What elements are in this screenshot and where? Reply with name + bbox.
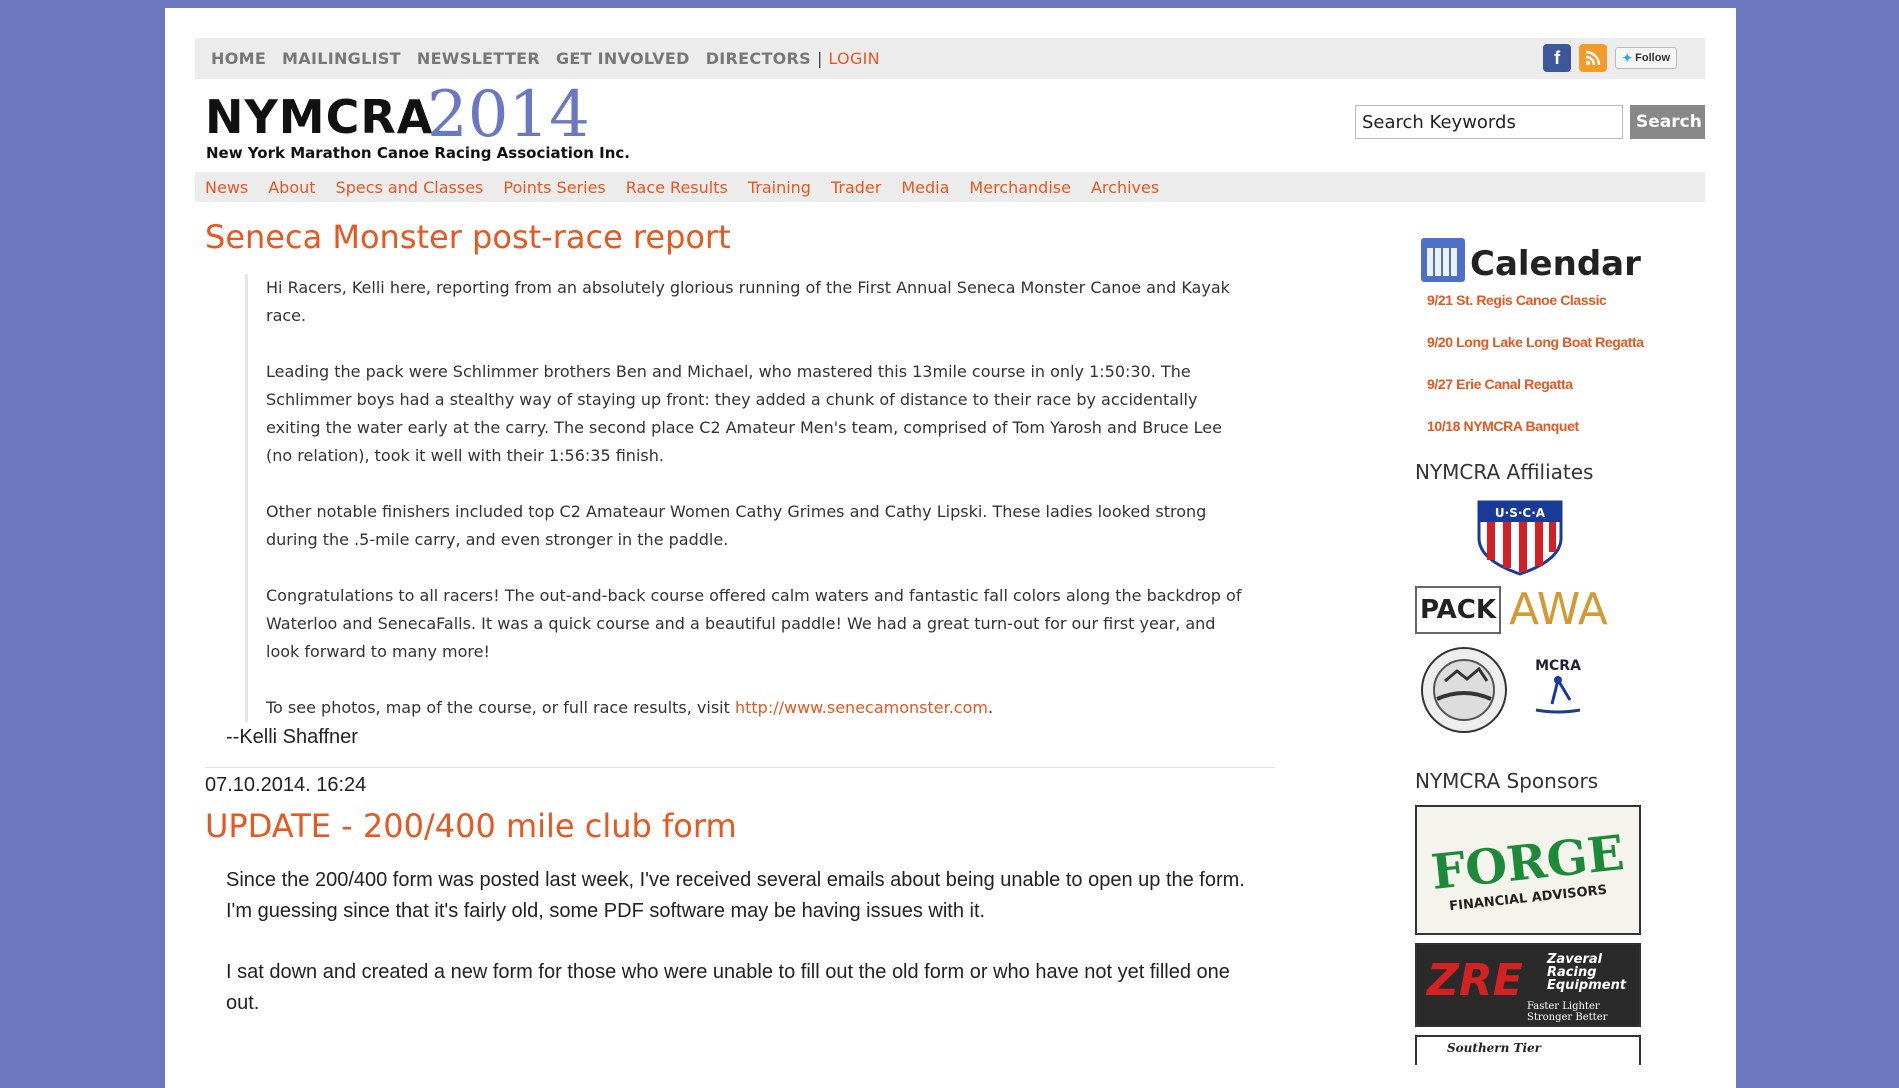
- mainnav-about[interactable]: About: [268, 178, 315, 197]
- post-paragraph: Congratulations to all racers! The out-a…: [266, 586, 1242, 661]
- post-paragraph-link: To see photos, map of the course, or ful…: [266, 694, 1246, 722]
- sponsors-section: NYMCRA Sponsors FORGE FINANCIAL ADVISORS…: [1405, 769, 1705, 1065]
- club-seal-logo[interactable]: [1421, 647, 1507, 733]
- logo-year: 2014: [427, 78, 590, 152]
- nav-newsletter[interactable]: NEWSLETTER: [417, 49, 540, 68]
- southern-tier-sponsor-logo[interactable]: Southern Tier: [1415, 1035, 1641, 1065]
- calendar-title: Calendar: [1470, 244, 1641, 284]
- twitter-icon: ✦: [1622, 51, 1633, 65]
- post-date: 07.10.2014. 16:24: [205, 774, 367, 796]
- search-input[interactable]: [1355, 105, 1623, 139]
- mcra-logo[interactable]: MCRA: [1523, 658, 1593, 722]
- calendar-event[interactable]: 9/20 Long Lake Long Boat Regatta: [1427, 334, 1705, 350]
- main-nav: News About Specs and Classes Points Seri…: [195, 172, 1705, 202]
- mainnav-media[interactable]: Media: [901, 178, 949, 197]
- race-link[interactable]: http://www.senecamonster.com: [735, 698, 988, 717]
- mainnav-race-results[interactable]: Race Results: [626, 178, 728, 197]
- mainnav-merchandise[interactable]: Merchandise: [969, 178, 1071, 197]
- twitter-follow-label: Follow: [1635, 52, 1670, 64]
- post-divider: [205, 767, 1275, 768]
- usca-logo[interactable]: U·S·C·A: [1475, 498, 1565, 576]
- zre-sponsor-logo[interactable]: ZRE Zaveral Racing Equipment Faster Ligh…: [1415, 943, 1641, 1027]
- mainnav-news[interactable]: News: [205, 178, 248, 197]
- mainnav-archives[interactable]: Archives: [1091, 178, 1159, 197]
- affiliate-row: MCRA: [1421, 647, 1705, 733]
- usca-text: U·S·C·A: [1495, 506, 1546, 520]
- rss-icon[interactable]: [1579, 44, 1608, 72]
- post-signature: --Kelli Shaffner: [226, 726, 358, 748]
- mainnav-specs-and-classes[interactable]: Specs and Classes: [336, 178, 484, 197]
- top-bar: HOME MAILINGLIST NEWSLETTER GET INVOLVED…: [195, 38, 1705, 79]
- post-paragraph: Since the 200/400 form was posted last w…: [226, 869, 1245, 922]
- sponsors-heading: NYMCRA Sponsors: [1415, 769, 1599, 793]
- post-quote: Hi Racers, Kelli here, reporting from an…: [245, 274, 1246, 722]
- mainnav-training[interactable]: Training: [748, 178, 811, 197]
- post-paragraph: I sat down and created a new form for th…: [226, 961, 1230, 1014]
- zre-tagline: Faster Lighter Stronger Better: [1527, 1001, 1608, 1023]
- post: Seneca Monster post-race report Hi Racer…: [205, 218, 1275, 749]
- logo-name: NYMCRA: [205, 90, 434, 144]
- social-links: f ✦ Follow: [1543, 44, 1677, 72]
- mainnav-points-series[interactable]: Points Series: [503, 178, 605, 197]
- zre-name: ZRE: [1427, 955, 1523, 1006]
- logo-subtitle: New York Marathon Canoe Racing Associati…: [206, 144, 630, 162]
- nav-mailinglist[interactable]: MAILINGLIST: [282, 49, 401, 68]
- southern-tier-text: Southern Tier: [1447, 1041, 1541, 1055]
- pack-logo[interactable]: PACK: [1415, 585, 1501, 634]
- calendar-event[interactable]: 9/21 St. Regis Canoe Classic: [1427, 292, 1705, 308]
- main-content: Seneca Monster post-race report Hi Racer…: [205, 218, 1275, 1049]
- search-button[interactable]: Search: [1630, 105, 1705, 139]
- sidebar: Calendar 9/21 St. Regis Canoe Classic 9/…: [1405, 236, 1705, 1065]
- link-suffix: .: [987, 698, 994, 717]
- calendar-header: Calendar: [1405, 236, 1705, 292]
- affiliates-heading: NYMCRA Affiliates: [1415, 460, 1594, 484]
- calendar-event[interactable]: 9/27 Erie Canal Regatta: [1427, 376, 1705, 392]
- nav-home[interactable]: HOME: [211, 49, 266, 68]
- link-prefix: To see photos, map of the course, or ful…: [266, 698, 735, 717]
- nav-directors[interactable]: DIRECTORS: [706, 49, 811, 68]
- post: UPDATE - 200/400 mile club form Since th…: [205, 807, 1275, 1019]
- calendar-event[interactable]: 10/18 NYMCRA Banquet: [1427, 418, 1705, 434]
- page: HOME MAILINGLIST NEWSLETTER GET INVOLVED…: [165, 8, 1736, 1088]
- twitter-follow-button[interactable]: ✦ Follow: [1615, 47, 1677, 69]
- post-paragraph: Other notable finishers included top C2 …: [266, 502, 1207, 549]
- top-nav: HOME MAILINGLIST NEWSLETTER GET INVOLVED…: [211, 38, 880, 79]
- post-body: Since the 200/400 form was posted last w…: [226, 865, 1266, 1019]
- affiliate-row: PACK AWA: [1415, 584, 1705, 635]
- zre-text: Zaveral Racing Equipment: [1547, 952, 1627, 993]
- login-link[interactable]: LOGIN: [828, 49, 880, 68]
- post-title[interactable]: UPDATE - 200/400 mile club form: [205, 807, 1275, 845]
- mainnav-trader[interactable]: Trader: [831, 178, 881, 197]
- calendar-icon: [1421, 238, 1465, 282]
- mcra-text: MCRA: [1535, 658, 1581, 674]
- forge-sponsor-logo[interactable]: FORGE FINANCIAL ADVISORS: [1415, 805, 1641, 935]
- post-paragraph: Leading the pack were Schlimmer brothers…: [266, 362, 1222, 465]
- nav-separator: |: [817, 49, 823, 68]
- nav-get-involved[interactable]: GET INVOLVED: [556, 49, 690, 68]
- awa-logo[interactable]: AWA: [1509, 584, 1608, 635]
- post-title[interactable]: Seneca Monster post-race report: [205, 218, 1275, 256]
- facebook-icon[interactable]: f: [1543, 44, 1572, 72]
- post-paragraph: Hi Racers, Kelli here, reporting from an…: [266, 278, 1230, 325]
